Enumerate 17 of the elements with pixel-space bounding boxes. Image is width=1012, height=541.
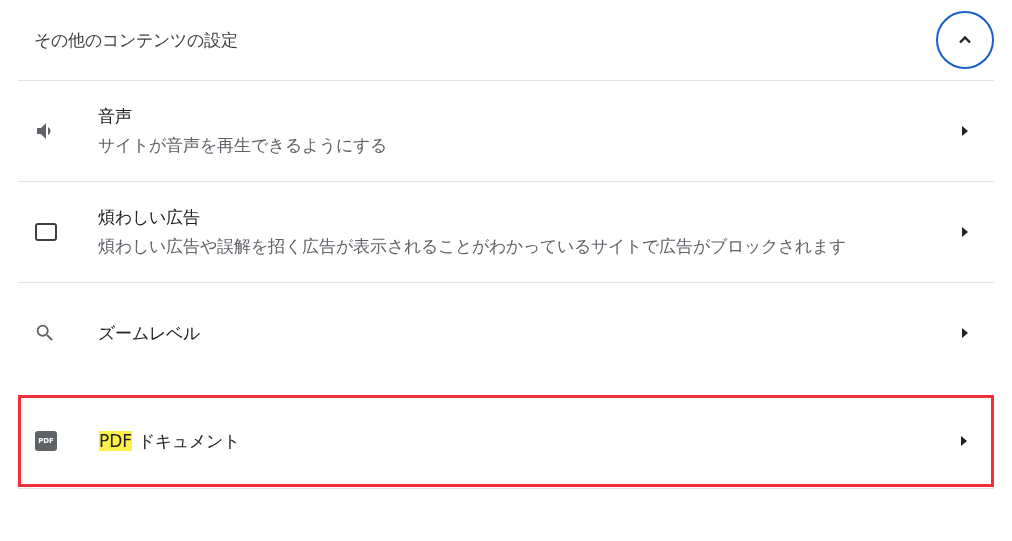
item-description: 煩わしい広告や誤解を招く広告が表示されることがわかっているサイトで広告がブロックされます [98,235,847,258]
item-title: ズームレベル [98,322,201,345]
window-icon [34,221,58,243]
caret-right-icon[interactable] [959,435,969,447]
item-title: 音声 [98,105,133,128]
collapse-button[interactable] [936,11,994,69]
section-title: その他のコンテンツの設定 [34,28,238,52]
item-description: サイトが音声を再生できるようにする [98,134,388,157]
item-title: PDF ドキュメント [99,430,241,453]
settings-row[interactable]: 音声 サイトが音声を再生できるようにする [18,80,994,181]
caret-right-icon[interactable] [960,226,970,238]
caret-right-icon[interactable] [960,125,970,137]
caret-right-icon[interactable] [960,327,970,339]
search-icon [34,322,56,344]
settings-row[interactable]: 煩わしい広告 煩わしい広告や誤解を招く広告が表示されることがわかっているサイトで広告がブロックされます [18,181,994,282]
settings-row[interactable]: ズームレベル [18,282,994,383]
item-title: 煩わしい広告 [98,206,201,229]
